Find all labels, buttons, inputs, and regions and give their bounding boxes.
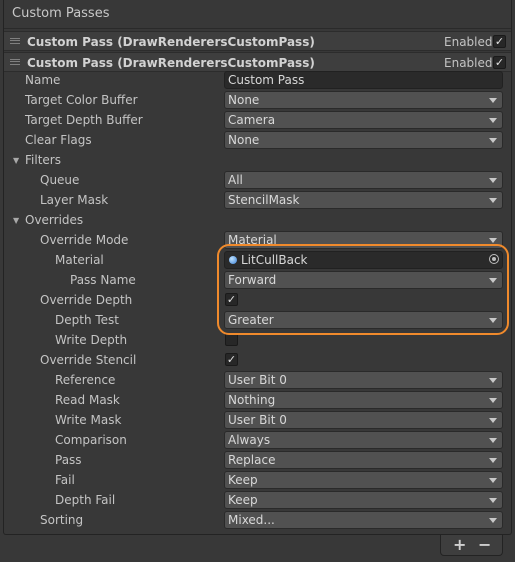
dropdown-value: None bbox=[228, 93, 260, 107]
dropdown-arrow-icon bbox=[489, 478, 497, 483]
dropdown-value: Replace bbox=[228, 453, 276, 467]
depth-fail-dropdown[interactable]: Keep bbox=[224, 491, 503, 509]
remove-pass-button[interactable]: − bbox=[478, 537, 491, 553]
override-depth-label: Override Depth bbox=[40, 293, 133, 307]
pass-dropdown[interactable]: Replace bbox=[224, 451, 503, 469]
dropdown-arrow-icon bbox=[489, 518, 497, 523]
override-mode-label: Override Mode bbox=[40, 233, 129, 247]
fail-dropdown[interactable]: Keep bbox=[224, 471, 503, 489]
clear-flags-label: Clear Flags bbox=[25, 133, 92, 147]
filters-foldout-icon[interactable]: ▼ bbox=[13, 156, 19, 165]
dropdown-value: Keep bbox=[228, 473, 258, 487]
dropdown-value: All bbox=[228, 173, 243, 187]
enabled-label: Enabled bbox=[444, 56, 493, 70]
header-divider bbox=[4, 28, 511, 29]
name-label: Name bbox=[25, 73, 61, 87]
pass-label: Pass bbox=[55, 453, 82, 467]
dropdown-arrow-icon bbox=[489, 198, 497, 203]
fail-label: Fail bbox=[55, 473, 75, 487]
write-mask-label: Write Mask bbox=[55, 413, 122, 427]
target-color-buffer-dropdown[interactable]: None bbox=[224, 91, 503, 109]
queue-dropdown[interactable]: All bbox=[224, 171, 503, 189]
dropdown-arrow-icon bbox=[489, 398, 497, 403]
drag-handle-icon[interactable] bbox=[10, 38, 20, 44]
pass-header-1[interactable]: Custom Pass (DrawRenderersCustomPass) En… bbox=[4, 31, 511, 51]
dropdown-value: Keep bbox=[228, 493, 258, 507]
reference-label: Reference bbox=[55, 373, 116, 387]
sorting-dropdown[interactable]: Mixed... bbox=[224, 511, 503, 529]
filters-foldout-label[interactable]: Filters bbox=[25, 153, 61, 167]
write-mask-dropdown[interactable]: User Bit 0 bbox=[224, 411, 503, 429]
target-depth-buffer-label: Target Depth Buffer bbox=[25, 113, 143, 127]
dropdown-arrow-icon bbox=[489, 458, 497, 463]
enabled-checkbox[interactable]: ✓ bbox=[493, 35, 506, 48]
layer-mask-dropdown[interactable]: StencilMask bbox=[224, 191, 503, 209]
material-label: Material bbox=[55, 253, 104, 267]
target-depth-buffer-dropdown[interactable]: Camera bbox=[224, 111, 503, 129]
target-color-buffer-label: Target Color Buffer bbox=[25, 93, 138, 107]
read-mask-label: Read Mask bbox=[55, 393, 120, 407]
list-footer: + − bbox=[440, 535, 503, 556]
add-pass-button[interactable]: + bbox=[453, 537, 466, 553]
depth-test-label: Depth Test bbox=[55, 313, 119, 327]
dropdown-arrow-icon bbox=[489, 418, 497, 423]
enabled-label: Enabled bbox=[444, 35, 493, 49]
dropdown-arrow-icon bbox=[489, 98, 497, 103]
depth-fail-label: Depth Fail bbox=[55, 493, 116, 507]
dropdown-value: Nothing bbox=[228, 393, 276, 407]
dropdown-value: None bbox=[228, 133, 260, 147]
reference-dropdown[interactable]: User Bit 0 bbox=[224, 371, 503, 389]
layer-mask-label: Layer Mask bbox=[40, 193, 109, 207]
comparison-label: Comparison bbox=[55, 433, 127, 447]
dropdown-arrow-icon bbox=[489, 178, 497, 183]
dropdown-arrow-icon bbox=[489, 118, 497, 123]
write-depth-label: Write Depth bbox=[55, 333, 128, 347]
override-stencil-checkbox[interactable]: ✓ bbox=[225, 353, 238, 366]
read-mask-dropdown[interactable]: Nothing bbox=[224, 391, 503, 409]
override-stencil-label: Override Stencil bbox=[40, 353, 137, 367]
clear-flags-dropdown[interactable]: None bbox=[224, 131, 503, 149]
dropdown-value: StencilMask bbox=[228, 193, 300, 207]
dropdown-arrow-icon bbox=[489, 438, 497, 443]
section-title: Custom Passes bbox=[12, 6, 110, 21]
drag-handle-icon[interactable] bbox=[10, 59, 20, 65]
highlight-outline bbox=[217, 244, 509, 335]
dropdown-arrow-icon bbox=[489, 498, 497, 503]
name-field[interactable]: Custom Pass bbox=[224, 71, 503, 89]
pass-title: Custom Pass (DrawRenderersCustomPass) bbox=[27, 56, 315, 70]
dropdown-value: User Bit 0 bbox=[228, 413, 287, 427]
dropdown-value: User Bit 0 bbox=[228, 373, 287, 387]
comparison-dropdown[interactable]: Always bbox=[224, 431, 503, 449]
dropdown-arrow-icon bbox=[489, 238, 497, 243]
dropdown-value: Camera bbox=[228, 113, 276, 127]
dropdown-arrow-icon bbox=[489, 378, 497, 383]
pass-title: Custom Pass (DrawRenderersCustomPass) bbox=[27, 35, 315, 49]
pass-name-label: Pass Name bbox=[70, 273, 136, 287]
sorting-label: Sorting bbox=[40, 513, 84, 527]
overrides-foldout-icon[interactable]: ▼ bbox=[13, 216, 19, 225]
overrides-foldout-label[interactable]: Overrides bbox=[25, 213, 83, 227]
queue-label: Queue bbox=[40, 173, 80, 187]
pass-header-2[interactable]: Custom Pass (DrawRenderersCustomPass) En… bbox=[4, 52, 511, 72]
dropdown-arrow-icon bbox=[489, 138, 497, 143]
enabled-checkbox[interactable]: ✓ bbox=[493, 56, 506, 69]
dropdown-value: Mixed... bbox=[228, 513, 275, 527]
dropdown-value: Always bbox=[228, 433, 271, 447]
